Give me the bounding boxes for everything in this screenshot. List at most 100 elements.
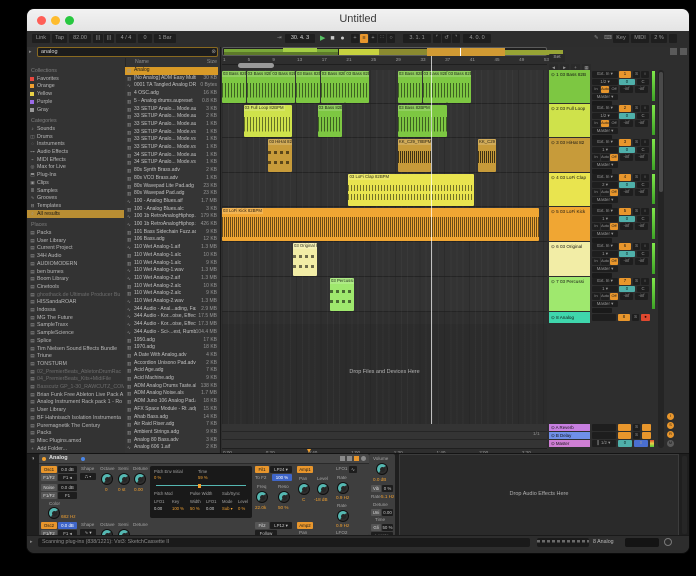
monitor-auto-button[interactable]: Auto <box>601 189 609 196</box>
monitor-off-button[interactable]: Off <box>610 120 618 127</box>
pan-knob[interactable] <box>298 483 310 495</box>
arm-button[interactable]: ○ <box>641 105 649 112</box>
file-row[interactable]: ∿0001 TA Tangled Analog DRIFT.wav 0 Bytes <box>125 82 218 90</box>
arm-button[interactable]: ○ <box>641 278 649 285</box>
volume-field[interactable]: 0 <box>619 181 635 188</box>
file-row[interactable]: ▥ Analog 80 Bass.adv 3 KB <box>125 437 218 445</box>
tap-button[interactable]: Tap <box>52 34 67 43</box>
capture-midi-button[interactable]: ∷ <box>378 34 386 43</box>
midi-keyboard-widget[interactable] <box>537 538 589 547</box>
lfo2-rate-knob[interactable] <box>337 510 349 522</box>
noise-route-select[interactable]: F1 <box>58 492 77 499</box>
file-row[interactable]: ▥33 SETUP Analo... Mode.vstpreset 1 KB <box>125 144 218 152</box>
track-activator[interactable]: 7 <box>619 278 631 285</box>
send-b-field[interactable]: -inf <box>635 189 648 196</box>
monitor-off-button[interactable]: Off <box>610 154 618 161</box>
volume-field[interactable]: 0 <box>619 78 635 85</box>
play-button[interactable]: ▶ <box>318 34 327 43</box>
info-view-toggle[interactable]: ◑ <box>31 456 35 462</box>
monitor-in-button[interactable]: In <box>592 189 600 196</box>
metronome-length-menu[interactable]: 1 Bar <box>154 34 176 43</box>
file-row[interactable]: ▥33 SETUP Analo... Mode.aupreset 1 KB <box>125 121 218 129</box>
return-activator[interactable] <box>618 424 631 431</box>
track-lane[interactable] <box>222 277 547 312</box>
noise-button[interactable]: Noise <box>41 484 57 491</box>
file-row[interactable]: ▥33 SETUP Analo... Mode.aupreset 3 KB <box>125 106 218 114</box>
send-a-field[interactable]: -inf <box>620 86 633 93</box>
monitor-in-button[interactable]: In <box>592 120 600 127</box>
octave-knob[interactable] <box>101 473 113 485</box>
output-chooser[interactable]: Master ▾ <box>592 230 618 237</box>
solo-button[interactable]: S <box>633 243 640 250</box>
return-track-lane[interactable] <box>222 424 547 432</box>
loop-brace[interactable] <box>238 63 274 68</box>
loop-button[interactable]: ↺ <box>442 34 451 43</box>
quantize-menu[interactable]: 0 <box>138 34 152 43</box>
tempo-field[interactable]: 82.00 <box>69 34 91 43</box>
files-name-header[interactable]: Name <box>135 59 149 65</box>
sidebar-item-gray[interactable]: Gray <box>27 106 124 114</box>
arrangement-clip[interactable]: 03 Bass 82BPM <box>296 70 321 103</box>
output-chooser[interactable]: Master ▾ <box>592 196 618 203</box>
arm-button[interactable]: ○ <box>641 208 649 215</box>
overdub-button[interactable]: + <box>351 34 359 43</box>
link-button[interactable]: Link <box>32 34 50 43</box>
send-a-field[interactable]: -inf <box>620 120 633 127</box>
file-row[interactable]: ∿344 Audio - Kor...oise, Effect.wav17.5 … <box>125 313 218 321</box>
arrangement-clip[interactable]: 03 Bass 82BPM <box>320 70 345 103</box>
follow-button[interactable]: ⇥ <box>275 34 283 43</box>
arrangement-clip[interactable]: 03 Bass 82BPM <box>345 70 370 103</box>
reso-knob[interactable] <box>278 491 290 503</box>
arrangement-clip[interactable]: 03 LoFi Kick 82BPM <box>222 207 540 241</box>
file-row[interactable]: ▥ 100 - Analog Blues.alc 3 KB <box>125 206 218 214</box>
input-channel-chooser[interactable]: 1 ▾ <box>592 146 618 153</box>
sidebar-item-all-results[interactable]: All results ⌕ <box>27 209 124 218</box>
clip-view-icon[interactable] <box>670 48 677 55</box>
monitor-auto-button[interactable]: Auto <box>601 86 609 93</box>
file-row[interactable]: ∿ 110 Wet Analog-2.wav 1.3 MB <box>125 298 218 306</box>
track-delay-field[interactable] <box>592 237 612 243</box>
input-type-chooser[interactable]: Ext. In ▾ <box>592 278 618 285</box>
track-activator[interactable]: 6 <box>619 243 631 250</box>
file-row[interactable]: ▥ ADM Juno 106 Analog Pad.als 18 KB <box>125 398 218 406</box>
output-chooser[interactable]: Master ▾ <box>592 265 618 272</box>
loop-length-field[interactable]: 4. 0. 0 <box>463 34 491 43</box>
send-a-field[interactable]: -inf <box>620 189 633 196</box>
input-type-chooser[interactable]: Ext. In ▾ <box>592 174 618 181</box>
track-delay-field[interactable] <box>592 272 612 278</box>
file-row[interactable]: ▥ 110 Wet Analog-1.alc 10 KB <box>125 252 218 260</box>
pitch-time-value[interactable]: 59 % <box>198 475 208 480</box>
osc1-level-field[interactable]: 0.0 dB <box>58 466 77 473</box>
solo-button[interactable]: S <box>633 432 640 439</box>
arrangement-clip[interactable]: 03 Bass 82B <box>317 104 342 137</box>
file-row[interactable]: ▥ Air Raid Riser.adg 7 KB <box>125 421 218 429</box>
return-activator[interactable] <box>618 432 631 439</box>
amp1-button[interactable]: Amp1 <box>297 466 313 473</box>
file-row[interactable]: ▥ Acid Age.adg 7 KB <box>125 367 218 375</box>
track-delay-field[interactable] <box>592 307 612 313</box>
ss-level-value[interactable]: 0 % <box>238 506 245 511</box>
arrangement-clip[interactable]: 03 HiHat 82B <box>268 138 293 172</box>
pitch-env-slider-handle[interactable] <box>198 483 201 488</box>
pan-field[interactable]: C <box>637 112 649 119</box>
input-channel-chooser[interactable]: 1 ▾ <box>592 250 618 257</box>
automation-view-icon[interactable] <box>680 48 687 55</box>
pitch-env-slider[interactable] <box>156 485 246 486</box>
file-row[interactable]: ▥ 106 Bass.adg 12 KB <box>125 236 218 244</box>
monitor-auto-button[interactable]: Auto <box>601 293 609 300</box>
file-row[interactable]: ∿ 100 - Analog Blues.aif 1.7 MB <box>125 198 218 206</box>
sidebar-place-item[interactable]: Add Folder... + <box>27 445 124 453</box>
gli-value[interactable]: 50 % <box>382 524 393 531</box>
file-row[interactable]: ▥ 80s Wavepad Lite Pad.adg 23 KB <box>125 183 218 191</box>
vib-rate-value[interactable]: 5.1 Hz <box>381 494 394 499</box>
file-row[interactable]: ∿100 1b RetroAnalogHiphop.wav 426 KB <box>125 221 218 229</box>
volume-knob[interactable] <box>376 463 388 475</box>
file-row[interactable]: ▥ 110 Wet Analog-1.alc 9 KB <box>125 260 218 268</box>
arrangement-clip[interactable]: 03 Bass 82BPM <box>222 70 247 103</box>
nudge-down-button[interactable]: ||| <box>93 34 103 43</box>
arrangement-clip[interactable]: 03 Bass 82BPM <box>271 70 296 103</box>
time-signature-field[interactable]: 4 / 4 <box>116 34 136 43</box>
output-chooser[interactable]: Master ▾ <box>592 93 618 100</box>
pm-lfo1-value[interactable]: 0.00 <box>154 506 162 511</box>
search-input[interactable]: analog <box>37 47 218 57</box>
